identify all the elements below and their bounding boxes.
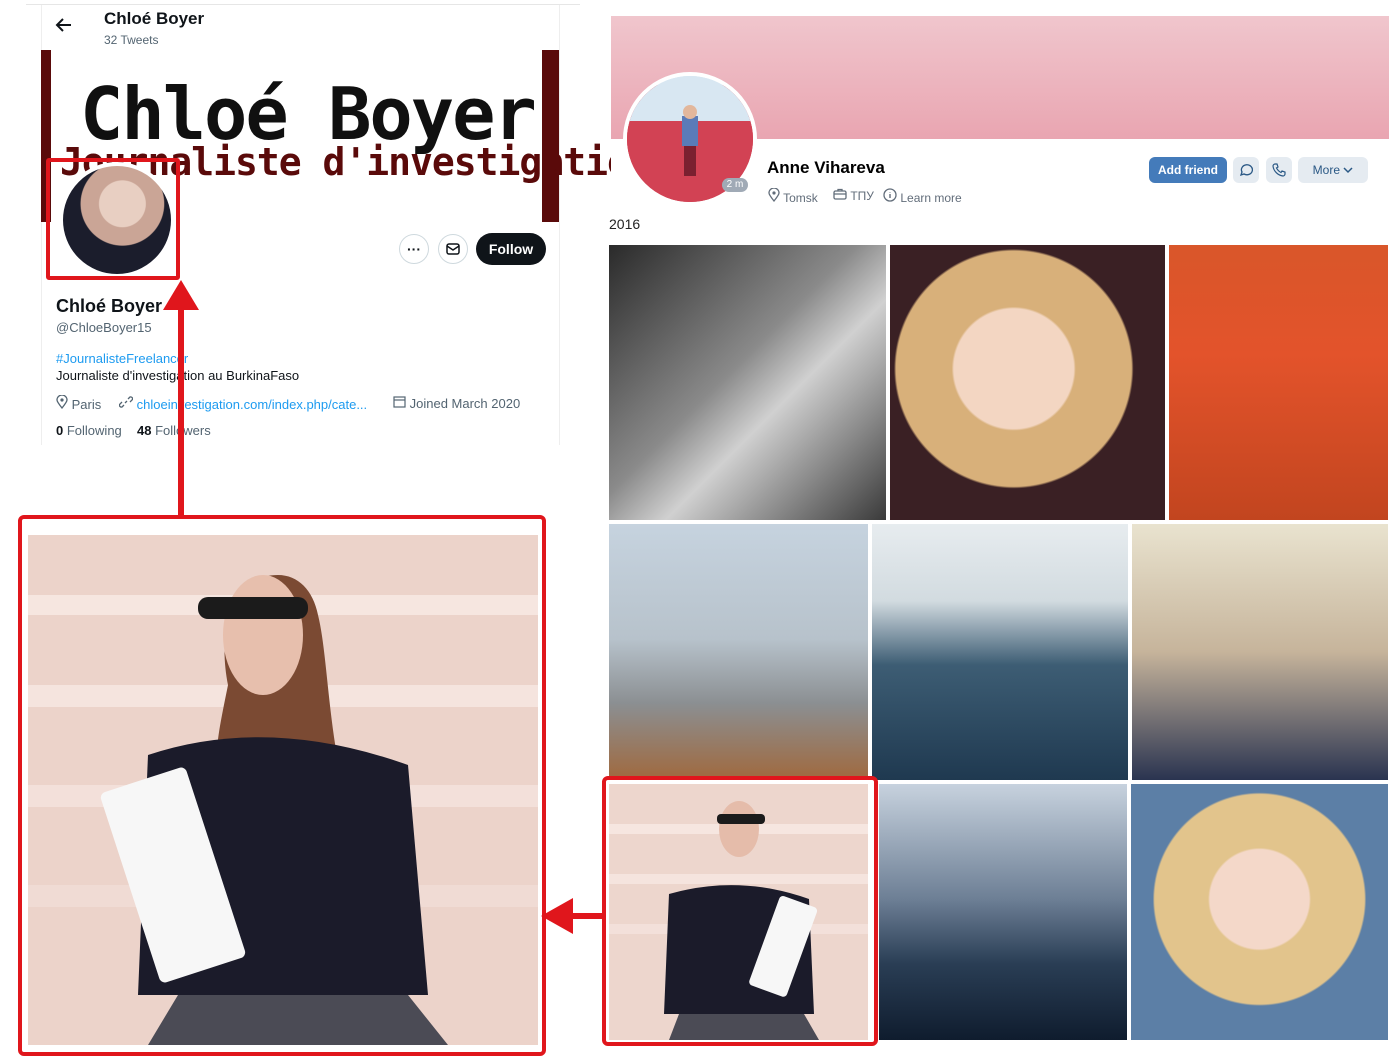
joined-text: Joined March 2020 [409, 396, 521, 411]
arrow-up-head [163, 280, 199, 310]
bio-hashtag[interactable]: #JournalisteFreelancer [56, 351, 188, 366]
arrow-left-head [541, 898, 573, 934]
location-pin-icon [768, 187, 780, 205]
photo-thumbnail[interactable] [890, 245, 1165, 520]
vk-profile-name: Anne Vihareva [767, 158, 885, 177]
twitter-top-border [26, 4, 580, 5]
joined-info: Joined March 2020 [393, 395, 520, 411]
followers-stat[interactable]: 48 Followers [137, 423, 211, 438]
arrow-left-line [570, 913, 602, 919]
profile-handle: @ChloeBoyer15 [56, 320, 152, 335]
learn-more-text[interactable]: Learn more [900, 191, 961, 205]
vk-work: ТПУ [850, 189, 874, 203]
twitter-header-name: Chloé Boyer [104, 9, 205, 28]
following-count: 0 [56, 423, 64, 438]
vk-city: Tomsk [783, 191, 818, 205]
photo-thumbnail[interactable] [872, 524, 1128, 780]
call-icon[interactable] [1266, 157, 1292, 183]
online-badge: 2 m [722, 178, 748, 192]
message-icon[interactable] [1233, 157, 1259, 183]
photo-thumbnail[interactable] [609, 524, 868, 780]
location-info: Paris [56, 394, 102, 412]
followers-count: 48 [137, 423, 152, 438]
back-arrow-icon[interactable] [55, 16, 75, 36]
zoomed-photo-frame [18, 515, 546, 1056]
photo-thumbnail[interactable] [879, 784, 1127, 1040]
arrow-up-line [178, 300, 184, 518]
twitter-tweet-count: 32 Tweets [104, 33, 159, 47]
link-icon [118, 395, 134, 412]
photo-thumbnail[interactable] [609, 245, 886, 520]
website-link[interactable]: chloeinvestigation.com/index.php/cate... [137, 397, 368, 412]
calendar-icon [393, 395, 406, 411]
more-button[interactable]: More [1298, 157, 1368, 183]
add-friend-button[interactable]: Add friend [1149, 157, 1227, 183]
briefcase-icon [833, 188, 847, 203]
following-stat[interactable]: 0 Following [56, 423, 122, 438]
avatar-highlight-frame [46, 158, 180, 280]
more-options-icon[interactable]: ··· [399, 234, 429, 264]
info-icon [883, 188, 897, 205]
vk-learn-more[interactable]: Learn more [883, 188, 962, 205]
profile-display-name: Chloé Boyer [56, 296, 163, 316]
website-info[interactable]: chloeinvestigation.com/index.php/cate... [118, 395, 368, 412]
follow-button[interactable]: Follow [476, 233, 546, 265]
location-text: Paris [71, 397, 102, 412]
photo-thumbnail[interactable] [1132, 524, 1388, 780]
location-pin-icon [56, 394, 68, 412]
photo-thumbnail[interactable] [1169, 245, 1388, 520]
vk-work-info: ТПУ [833, 188, 874, 203]
following-label: Following [66, 423, 122, 438]
vk-city-info: Tomsk [768, 187, 818, 205]
photo-thumbnail[interactable] [1131, 784, 1388, 1040]
highlighted-photo-frame [602, 776, 878, 1046]
message-icon[interactable] [438, 234, 468, 264]
twitter-right-border [559, 5, 560, 445]
chevron-down-icon [1343, 157, 1353, 183]
more-label: More [1312, 163, 1340, 177]
photo-year-label: 2016 [609, 216, 641, 232]
